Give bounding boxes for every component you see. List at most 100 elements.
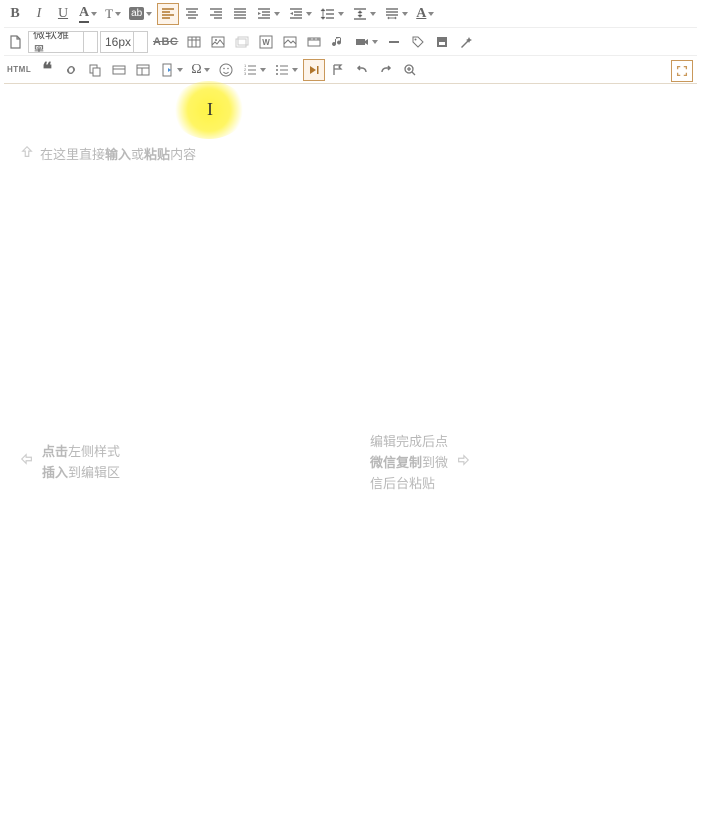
toolbar-row-2: 微软雅黑 16px ABC W: [4, 30, 697, 56]
copy-icon: [87, 62, 103, 78]
minus-icon: [386, 34, 402, 50]
link-icon: [63, 62, 79, 78]
page-arrow-icon: [159, 62, 175, 78]
save-style-button[interactable]: [156, 59, 186, 81]
align-left-icon: [160, 6, 176, 22]
spacing-icon: [352, 6, 368, 22]
indent-right-button[interactable]: [253, 3, 283, 25]
font-color-button[interactable]: A: [76, 3, 100, 25]
bg-color-button[interactable]: ab: [126, 3, 155, 25]
flag-icon: [330, 62, 346, 78]
editor-placeholder: 在这里直接输入或粘贴内容: [20, 144, 196, 163]
table-button[interactable]: [183, 31, 205, 53]
card-icon: [111, 62, 127, 78]
align-center-icon: [184, 6, 200, 22]
paragraph-spacing-button[interactable]: [349, 3, 379, 25]
align-left-button[interactable]: [157, 3, 179, 25]
new-doc-button[interactable]: [4, 31, 26, 53]
redo-button[interactable]: [375, 59, 397, 81]
svg-text:3: 3: [244, 71, 247, 76]
wand-icon: [458, 34, 474, 50]
toolbar-row-3: HTML ❝ Ω 123: [4, 58, 697, 84]
skip-end-button[interactable]: [303, 59, 325, 81]
multi-image-button[interactable]: [231, 31, 253, 53]
arrow-right-icon: [456, 453, 470, 474]
editor-toolbar: B I U A T ab A: [0, 0, 701, 84]
image-button[interactable]: [207, 31, 229, 53]
smile-icon: [218, 62, 234, 78]
audio-button[interactable]: [327, 31, 349, 53]
undo-button[interactable]: [351, 59, 373, 81]
align-right-icon: [208, 6, 224, 22]
indent-left-button[interactable]: [285, 3, 315, 25]
music-note-icon: [330, 34, 346, 50]
camera-button[interactable]: [351, 31, 381, 53]
flag-button[interactable]: [327, 59, 349, 81]
bold-button[interactable]: B: [4, 3, 26, 25]
indent-right-icon: [256, 6, 272, 22]
hint-left: 点击左侧样式 插入到编辑区: [20, 442, 120, 484]
document-icon: [7, 34, 23, 50]
symbol-button[interactable]: Ω: [188, 59, 212, 81]
video-button[interactable]: [303, 31, 325, 53]
copy-button[interactable]: [84, 59, 106, 81]
align-right-button[interactable]: [205, 3, 227, 25]
film-icon: [306, 34, 322, 50]
image-icon: [210, 34, 226, 50]
hr-button[interactable]: [383, 31, 405, 53]
card-button[interactable]: [108, 59, 130, 81]
fullscreen-icon: [675, 64, 689, 78]
font-family-select[interactable]: 微软雅黑: [28, 31, 84, 53]
skip-end-icon: [306, 62, 322, 78]
template-icon: [434, 34, 450, 50]
blockquote-button[interactable]: ❝: [36, 59, 58, 81]
font-family-caret[interactable]: [84, 31, 98, 53]
font-size-select[interactable]: 16px: [100, 31, 134, 53]
word-import-button[interactable]: W: [255, 31, 277, 53]
italic-button[interactable]: I: [28, 3, 50, 25]
arrow-left-icon: [20, 452, 34, 473]
letter-spacing-icon: [384, 6, 400, 22]
arrow-up-icon: [20, 145, 34, 162]
zoom-icon: [402, 62, 418, 78]
ordered-list-icon: 123: [242, 62, 258, 78]
unordered-list-button[interactable]: [271, 59, 301, 81]
zoom-button[interactable]: [399, 59, 421, 81]
link-button[interactable]: [60, 59, 82, 81]
indent-left-icon: [288, 6, 304, 22]
camera-icon: [354, 34, 370, 50]
images-icon: [234, 34, 250, 50]
align-justify-icon: [232, 6, 248, 22]
line-height-icon: [320, 6, 336, 22]
align-justify-button[interactable]: [229, 3, 251, 25]
eyedropper-button[interactable]: [455, 31, 477, 53]
fullscreen-button[interactable]: [671, 60, 693, 82]
redo-icon: [378, 62, 394, 78]
ordered-list-button[interactable]: 123: [239, 59, 269, 81]
text-case-button[interactable]: T: [102, 3, 124, 25]
tag-icon: [410, 34, 426, 50]
toolbar-row-1: B I U A T ab A: [4, 2, 697, 28]
html-source-button[interactable]: HTML: [4, 59, 34, 81]
unordered-list-icon: [274, 62, 290, 78]
tag-button[interactable]: [407, 31, 429, 53]
picture-icon: [282, 34, 298, 50]
table-icon: [186, 34, 202, 50]
undo-icon: [354, 62, 370, 78]
layout-button[interactable]: [132, 59, 154, 81]
template-button[interactable]: [431, 31, 453, 53]
editor-canvas[interactable]: 在这里直接输入或粘贴内容 点击左侧样式 插入到编辑区 编辑完成后点 微信复制到微…: [0, 86, 701, 816]
hint-right: 编辑完成后点 微信复制到微 信后台粘贴: [370, 432, 470, 494]
word-icon: W: [258, 34, 274, 50]
emoji-button[interactable]: [215, 59, 237, 81]
align-center-button[interactable]: [181, 3, 203, 25]
svg-text:W: W: [263, 38, 271, 47]
line-height-button[interactable]: [317, 3, 347, 25]
layout-icon: [135, 62, 151, 78]
letter-spacing-button[interactable]: [381, 3, 411, 25]
clear-format-button[interactable]: A: [413, 3, 437, 25]
font-size-caret[interactable]: [134, 31, 148, 53]
strikethrough-button[interactable]: ABC: [150, 31, 181, 53]
underline-button[interactable]: U: [52, 3, 74, 25]
insert-pic-button[interactable]: [279, 31, 301, 53]
